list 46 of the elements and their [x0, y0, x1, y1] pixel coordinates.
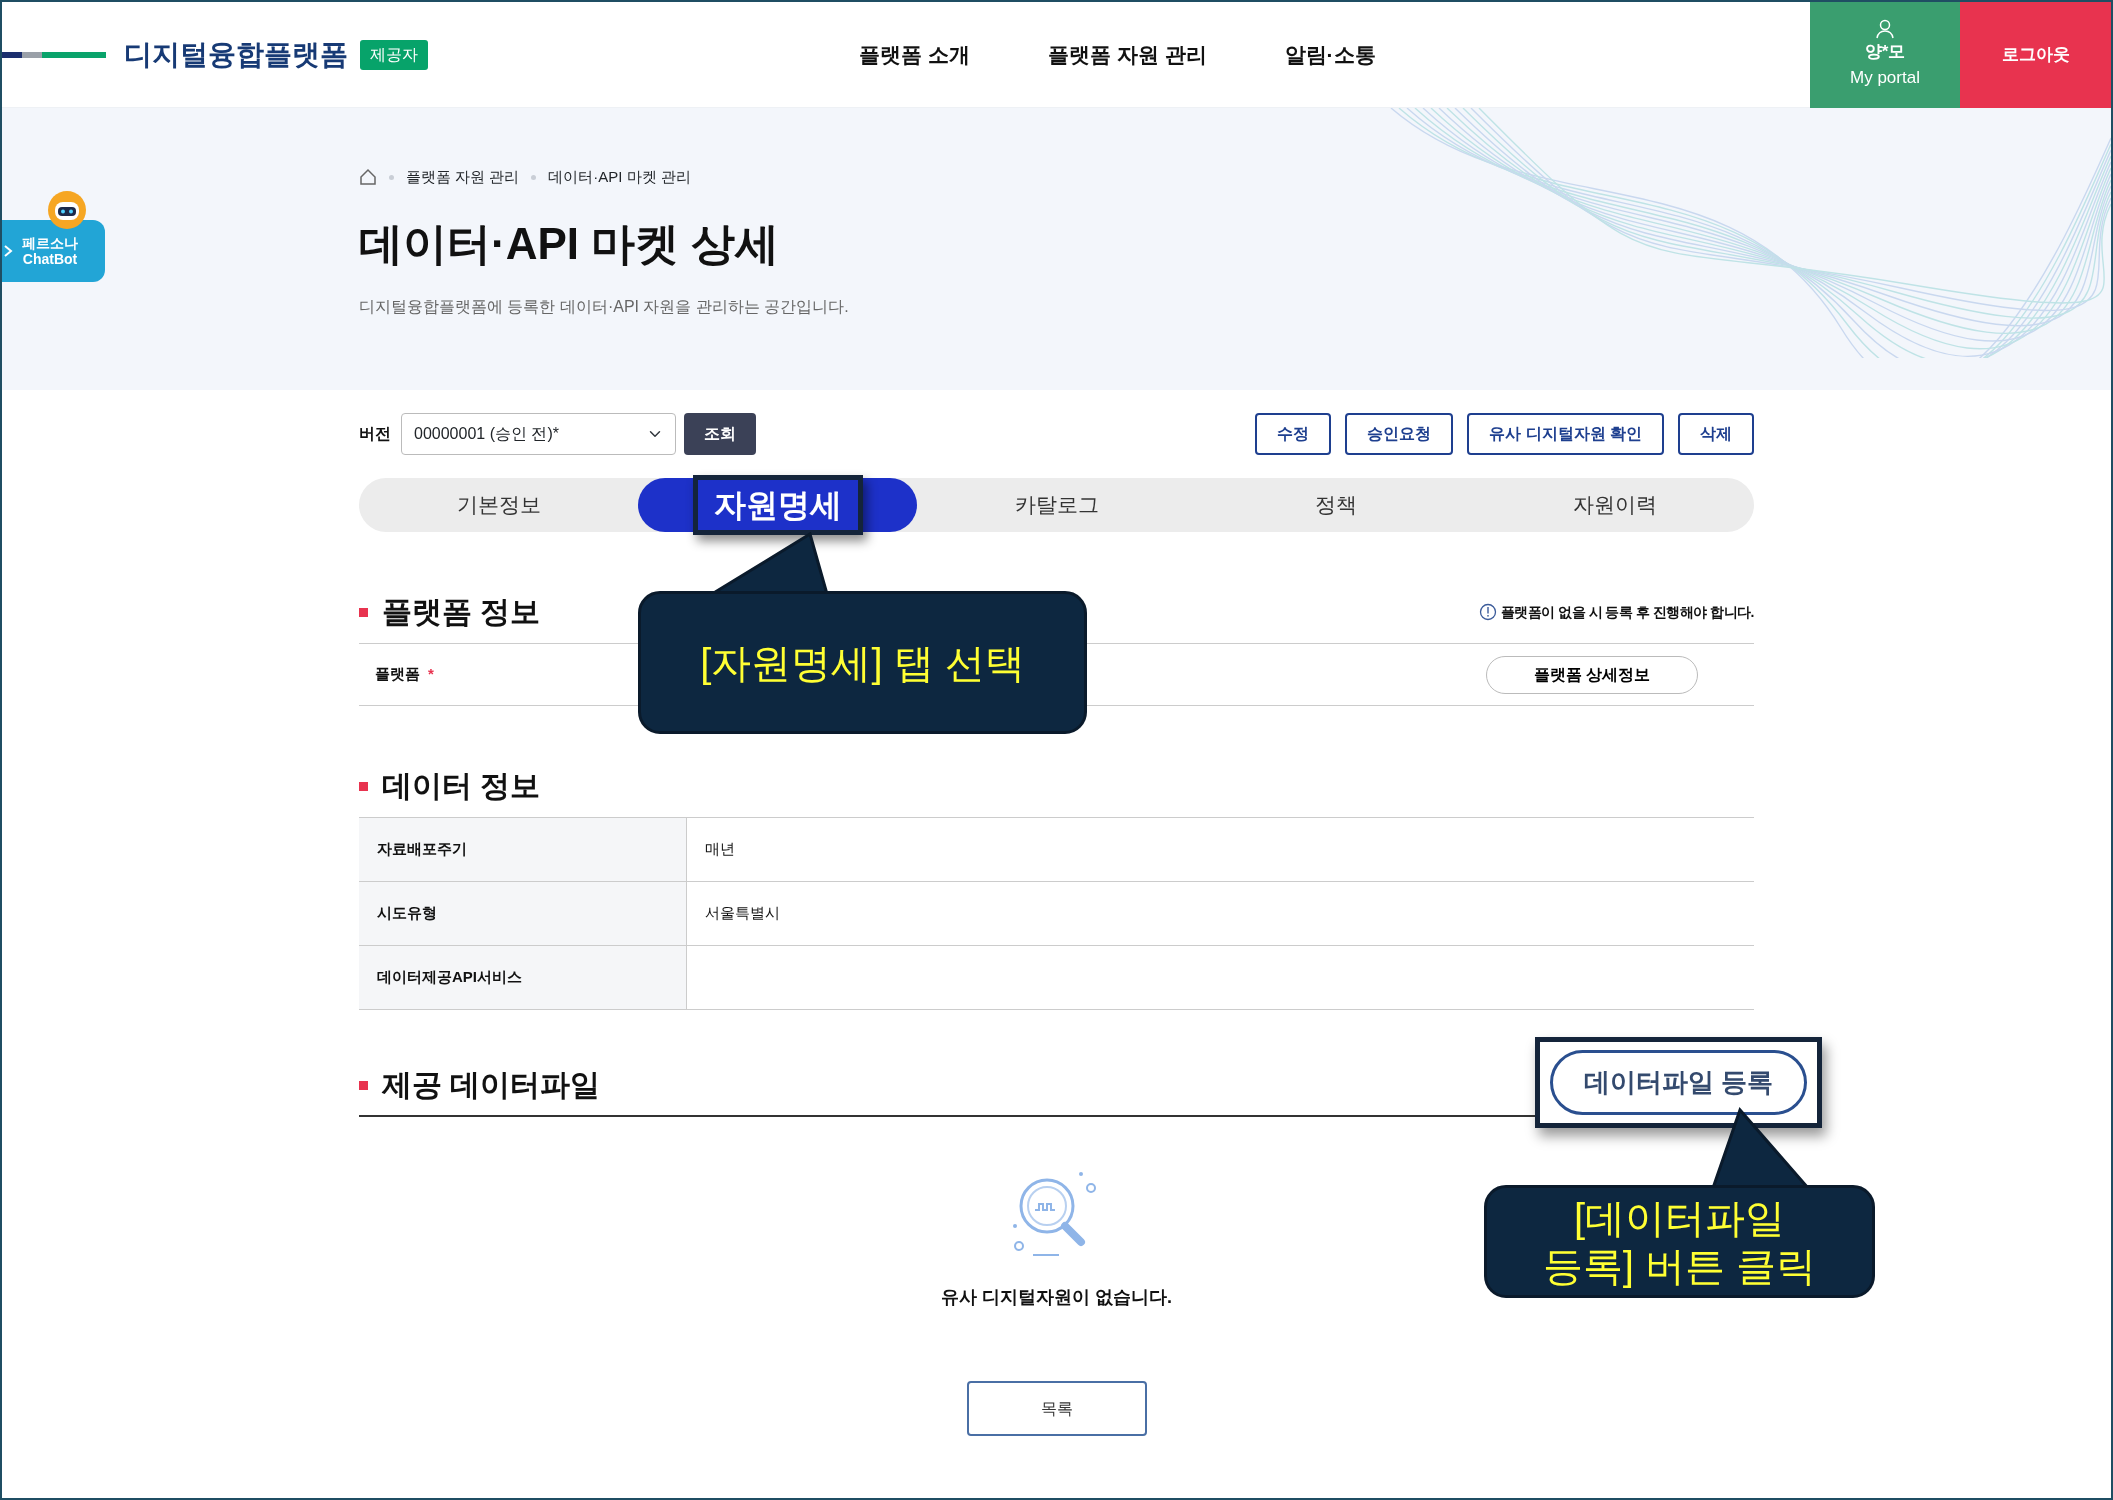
breadcrumb-link[interactable]: 데이터·API 마켓 관리: [548, 165, 691, 189]
section-marker-icon: [359, 781, 368, 791]
platform-detail-button[interactable]: 플랫폼 상세정보: [1486, 655, 1698, 694]
user-icon: [1875, 19, 1895, 39]
field-label: 데이터제공API서비스: [359, 945, 686, 1010]
role-badge: 제공자: [360, 39, 428, 70]
list-button[interactable]: 목록: [966, 1381, 1147, 1436]
required-mark: *: [428, 664, 434, 685]
section-title: 데이터 정보: [382, 768, 541, 804]
tab[interactable]: 정책: [1196, 478, 1475, 532]
nav-link[interactable]: 플랫폼 소개: [859, 38, 970, 71]
nav-link[interactable]: 알림·소통: [1284, 38, 1376, 71]
section-marker-icon: [359, 1080, 368, 1090]
site-logo[interactable]: 디지털융합플랫폼: [124, 33, 348, 76]
home-icon: [359, 168, 377, 186]
action-button[interactable]: 삭제: [1678, 413, 1754, 455]
tab[interactable]: 자원이력: [1475, 478, 1754, 532]
logo-stripes-icon: [2, 51, 106, 58]
field-label: 시도유형: [359, 881, 686, 946]
action-button[interactable]: 승인요청: [1345, 413, 1454, 455]
action-button[interactable]: 수정: [1255, 413, 1332, 455]
section-title: 플랫폼 정보: [382, 594, 541, 630]
field-value: 매년: [686, 817, 1754, 882]
tab[interactable]: 기본정보: [359, 478, 638, 532]
field-value: 서울특별시: [686, 881, 1754, 946]
nav-link[interactable]: 플랫폼 자원 관리: [1047, 38, 1207, 71]
page-title: 데이터·API 마켓 상세: [359, 218, 781, 270]
section-marker-icon: [359, 607, 368, 617]
notice-text: 플랫폼이 없을 시 등록 후 진행해야 합니다.: [1500, 603, 1754, 622]
empty-message: 유사 디지털자원이 없습니다.: [940, 1286, 1173, 1309]
register-file-button[interactable]: 데이터파일 등록: [1550, 1050, 1807, 1115]
breadcrumb-link[interactable]: 플랫폼 자원 관리: [406, 165, 520, 189]
page-description: 디지털융합플랫폼에 등록한 데이터·API 자원을 관리하는 공간입니다.: [359, 296, 850, 317]
tab[interactable]: 카탈로그: [917, 478, 1196, 532]
version-select[interactable]: 00000001 (승인 전)*: [401, 413, 676, 455]
robot-icon: [47, 190, 87, 230]
info-icon: [1478, 603, 1497, 621]
field-label: 플랫폼: [375, 664, 420, 685]
field-label: 자료배포주기: [359, 817, 686, 882]
search-button[interactable]: 조회: [684, 413, 756, 455]
action-button[interactable]: 유사 디지털자원 확인: [1467, 413, 1664, 455]
version-label: 버전: [359, 424, 391, 444]
chevron-right-icon: [2, 244, 14, 258]
tab[interactable]: 자원명세: [638, 478, 917, 532]
logout-button[interactable]: 로그아웃: [1960, 2, 2111, 108]
section-title: 제공 데이터파일: [382, 1067, 601, 1103]
